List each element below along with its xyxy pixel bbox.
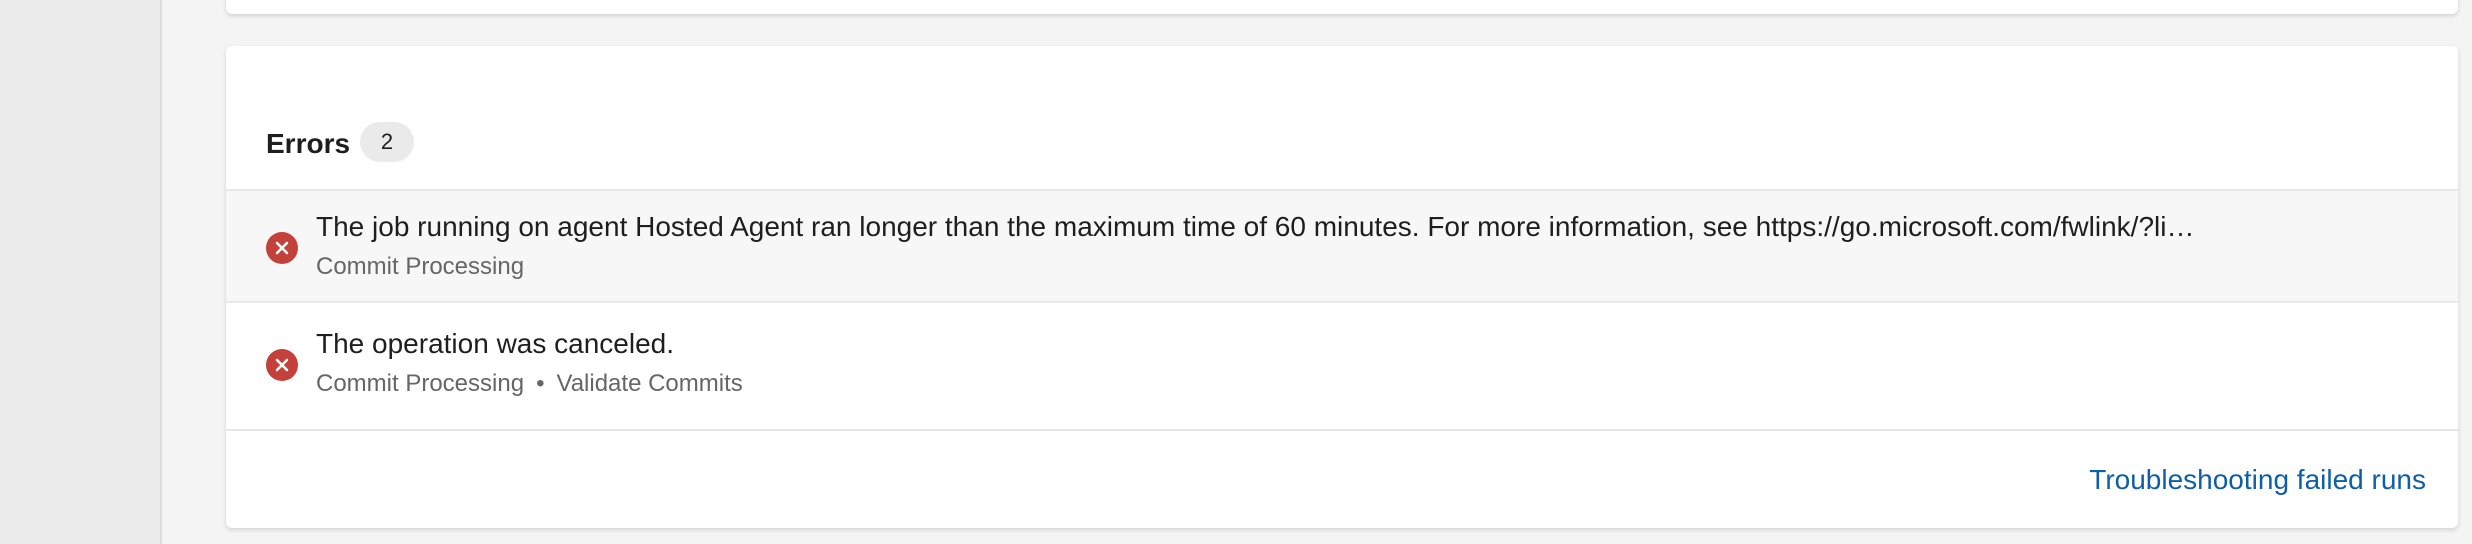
error-message: The operation was canceled. [316,328,674,359]
troubleshooting-link[interactable]: Troubleshooting failed runs [2089,464,2426,496]
previous-card [226,0,2458,14]
errors-card: Errors 2 The job running on agent Hosted… [226,46,2458,528]
tab-errors[interactable]: Errors 2 [266,94,418,204]
error-message: The job running on agent Hosted Agent ra… [316,211,2195,242]
errors-count-badge: 2 [360,122,415,162]
error-row[interactable]: The job running on agent Hosted Agent ra… [226,189,2458,303]
error-stage-name: Commit Processing [316,370,525,397]
tab-errors-label: Errors [266,128,351,159]
footer-divider [226,429,2458,431]
error-job-name: Validate Commits [556,370,743,397]
error-circle-icon [266,349,298,381]
error-row[interactable]: The operation was canceled. Commit Proce… [226,301,2458,427]
left-navigation-rail [0,0,162,544]
error-circle-icon [266,232,298,264]
error-stage: Commit Processing [316,253,524,281]
stage-job-separator: • [536,370,545,397]
error-stage: Commit Processing • Validate Commits [316,370,743,398]
error-stage-name: Commit Processing [316,253,525,280]
